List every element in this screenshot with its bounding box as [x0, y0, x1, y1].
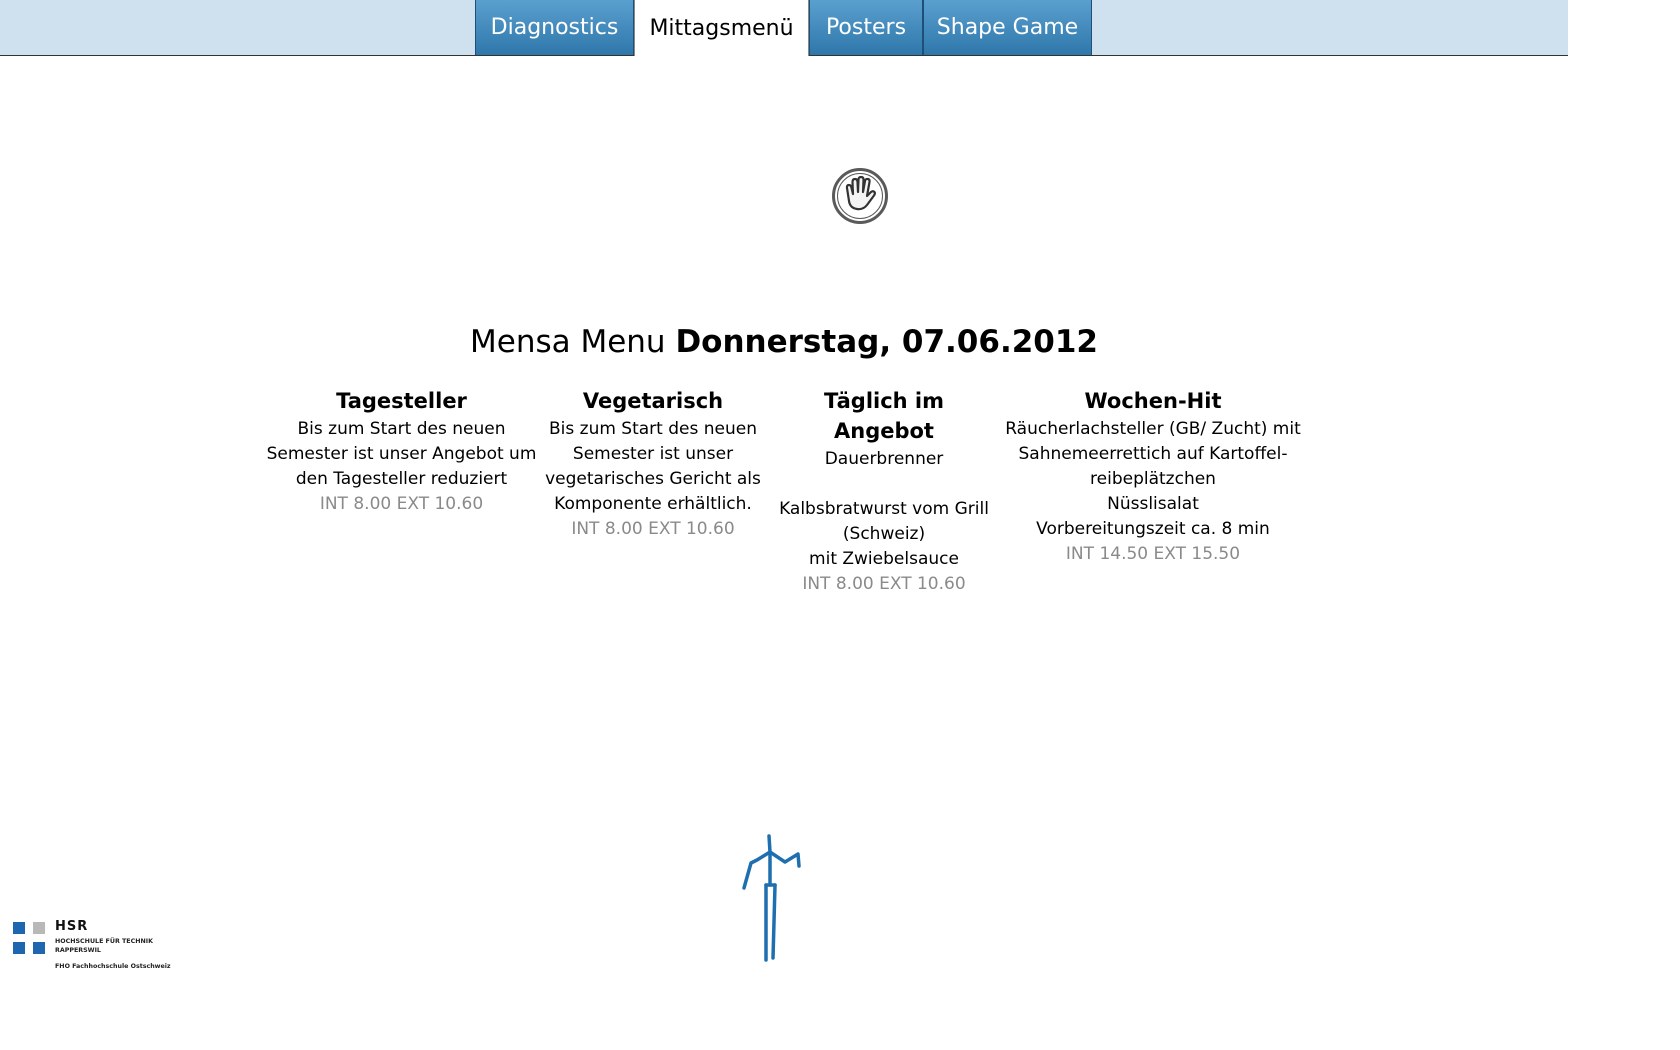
- logo-square: [13, 942, 25, 954]
- logo-line-1: HOCHSCHULE FÜR TECHNIK: [55, 938, 153, 945]
- menu-column-title: Täglich im Angebot: [823, 389, 945, 443]
- logo-fho: FHO Fachhochschule Ostschweiz: [55, 963, 171, 970]
- tab-mittagsmenu[interactable]: Mittagsmenü: [634, 0, 809, 56]
- skeleton-figure: [742, 834, 801, 962]
- tab-strip: Diagnostics Mittagsmenü Posters Shape Ga…: [475, 0, 1092, 56]
- menu-column-price: INT 14.50 EXT 15.50: [1065, 544, 1241, 564]
- menu-column-price: INT 8.00 EXT 10.60: [802, 574, 966, 594]
- top-tab-bar: Diagnostics Mittagsmenü Posters Shape Ga…: [0, 0, 1568, 56]
- menu-heading-prefix: Mensa Menu: [470, 324, 666, 360]
- logo-square: [33, 922, 45, 934]
- logo-line-2: RAPPERSWIL: [55, 947, 101, 954]
- menu-heading: Mensa Menu Donnerstag, 07.06.2012: [0, 324, 1568, 360]
- menu-column-title: Wochen-Hit: [1084, 389, 1222, 413]
- menu-column-taeglich: Täglich im Angebot Dauerbrenner Kalbsbra…: [771, 386, 997, 597]
- menu-column-description: Bis zum Start des neuen Semester ist uns…: [266, 419, 537, 489]
- menu-column-vegetarisch: Vegetarisch Bis zum Start des neuen Seme…: [540, 386, 766, 542]
- menu-column-title: Tagesteller: [336, 389, 467, 413]
- menu-column-description: Räucherlachsteller (GB/ Zucht) mit Sahne…: [1005, 419, 1301, 539]
- hsr-logo: HSR HOCHSCHULE FÜR TECHNIK RAPPERSWIL FH…: [10, 918, 180, 976]
- logo-subtitle: HOCHSCHULE FÜR TECHNIK RAPPERSWIL: [55, 937, 153, 955]
- menu-column-title: Vegetarisch: [582, 389, 724, 413]
- menu-column-tagesteller: Tagesteller Bis zum Start des neuen Seme…: [266, 386, 537, 517]
- logo-square: [13, 922, 25, 934]
- menu-column-price: INT 8.00 EXT 10.60: [571, 519, 735, 539]
- menu-column-wochen-hit: Wochen-Hit Räucherlachsteller (GB/ Zucht…: [1002, 386, 1304, 567]
- tab-shape-game[interactable]: Shape Game: [923, 0, 1092, 55]
- tab-posters[interactable]: Posters: [809, 0, 923, 55]
- hand-cursor-icon: [832, 168, 888, 224]
- tab-diagnostics[interactable]: Diagnostics: [475, 0, 634, 55]
- logo-name: HSR: [55, 919, 89, 934]
- logo-square: [33, 942, 45, 954]
- menu-column-price: INT 8.00 EXT 10.60: [319, 494, 484, 514]
- menu-column-description: Dauerbrenner Kalbsbratwurst vom Grill (S…: [779, 449, 989, 569]
- menu-column-description: Bis zum Start des neuen Semester ist uns…: [545, 419, 761, 514]
- menu-heading-date: Donnerstag, 07.06.2012: [675, 324, 1098, 360]
